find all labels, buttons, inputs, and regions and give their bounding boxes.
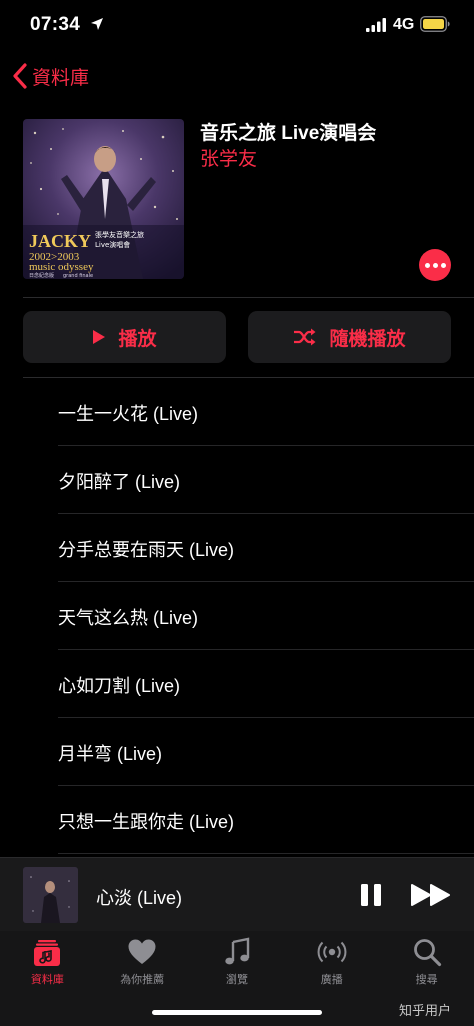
tab-search[interactable]: 搜尋 — [379, 931, 474, 993]
track-title: 只想一生跟你走 (Live) — [58, 812, 235, 832]
back-label: 資料庫 — [32, 67, 90, 89]
music-note-icon — [225, 937, 250, 965]
album-artwork: JACKY 張學友音樂之旅 Live演唱會 2002>2003 music od… — [23, 119, 184, 279]
library-icon — [34, 940, 61, 966]
art-edition: 日念紀念版 — [29, 272, 54, 279]
tab-library[interactable]: 資料庫 — [0, 931, 95, 993]
network-type: 4G — [393, 16, 415, 33]
chevron-left-icon — [13, 63, 27, 89]
album-artist[interactable]: 张学友 — [200, 144, 257, 171]
track-list: 一生一火花 (Live) 夕阳醉了 (Live) 分手总要在雨天 (Live) … — [0, 378, 474, 854]
back-button[interactable]: 資料庫 — [12, 60, 89, 92]
watermark: 知乎用户 — [399, 1003, 452, 1018]
track-title: 月半弯 (Live) — [58, 744, 163, 764]
art-artist-name: JACKY — [29, 231, 91, 251]
track-row[interactable]: 分手总要在雨天 (Live) — [0, 514, 474, 582]
tab-browse[interactable]: 瀏覽 — [190, 931, 285, 993]
search-icon — [413, 939, 441, 967]
mini-player[interactable]: 心淡 (Live) — [0, 857, 474, 931]
pause-button[interactable] — [356, 880, 386, 910]
more-icon-dot — [440, 262, 446, 268]
shuffle-label: 隨機播放 — [329, 328, 406, 350]
track-row[interactable]: 月半弯 (Live) — [0, 718, 474, 786]
heart-icon — [128, 939, 156, 964]
track-title: 分手总要在雨天 (Live) — [58, 540, 235, 560]
album-title: 音乐之旅 Live演唱会 — [200, 123, 377, 144]
art-tour-name: music odyssey — [29, 261, 94, 273]
now-playing-title: 心淡 (Live) — [96, 888, 183, 908]
header-divider — [23, 297, 474, 298]
art-finale: grand finale — [63, 273, 93, 279]
play-label: 播放 — [118, 328, 157, 350]
location-arrow-icon — [91, 18, 103, 30]
tab-radio[interactable]: 廣播 — [284, 931, 379, 993]
status-time: 07:34 — [30, 14, 81, 35]
tab-for-you[interactable]: 為你推薦 — [95, 931, 190, 993]
status-bar: 07:34 4G — [0, 0, 474, 52]
now-playing-artwork — [23, 867, 78, 923]
track-row[interactable]: 天气这么热 (Live) — [0, 582, 474, 650]
track-row[interactable]: 心如刀割 (Live) — [0, 650, 474, 718]
more-icon-dot — [424, 262, 430, 268]
battery-icon — [420, 16, 450, 32]
tab-label: 搜尋 — [415, 974, 438, 986]
home-indicator — [152, 1010, 322, 1015]
tab-label: 為你推薦 — [120, 974, 165, 986]
track-separator — [58, 853, 474, 854]
shuffle-icon — [294, 328, 316, 346]
play-button[interactable]: 播放 — [23, 311, 226, 363]
art-chinese-subtitle: Live演唱會 — [95, 240, 130, 249]
art-chinese-title: 張學友音樂之旅 — [95, 230, 144, 239]
tab-label: 廣播 — [320, 974, 343, 986]
track-title: 心如刀割 (Live) — [58, 676, 181, 696]
track-row[interactable]: 只想一生跟你走 (Live) — [0, 786, 474, 854]
tab-label: 資料庫 — [30, 974, 64, 986]
track-row[interactable]: 夕阳醉了 (Live) — [0, 446, 474, 514]
cellular-signal-icon — [366, 18, 386, 32]
track-title: 天气这么热 (Live) — [58, 608, 199, 628]
more-icon-dot — [432, 262, 438, 268]
screen: 07:34 4G 資料庫 JACKY 張學友音樂之旅 Live演唱會 2002>… — [0, 0, 474, 1026]
tab-label: 瀏覽 — [225, 974, 248, 986]
play-icon — [93, 330, 106, 344]
shuffle-button[interactable]: 隨機播放 — [248, 311, 451, 363]
radio-icon — [317, 941, 347, 963]
track-title: 一生一火花 (Live) — [58, 404, 199, 424]
skip-forward-button[interactable] — [410, 880, 452, 910]
track-title: 夕阳醉了 (Live) — [58, 472, 181, 492]
track-row[interactable]: 一生一火花 (Live) — [0, 378, 474, 446]
more-options-button[interactable] — [419, 249, 451, 281]
